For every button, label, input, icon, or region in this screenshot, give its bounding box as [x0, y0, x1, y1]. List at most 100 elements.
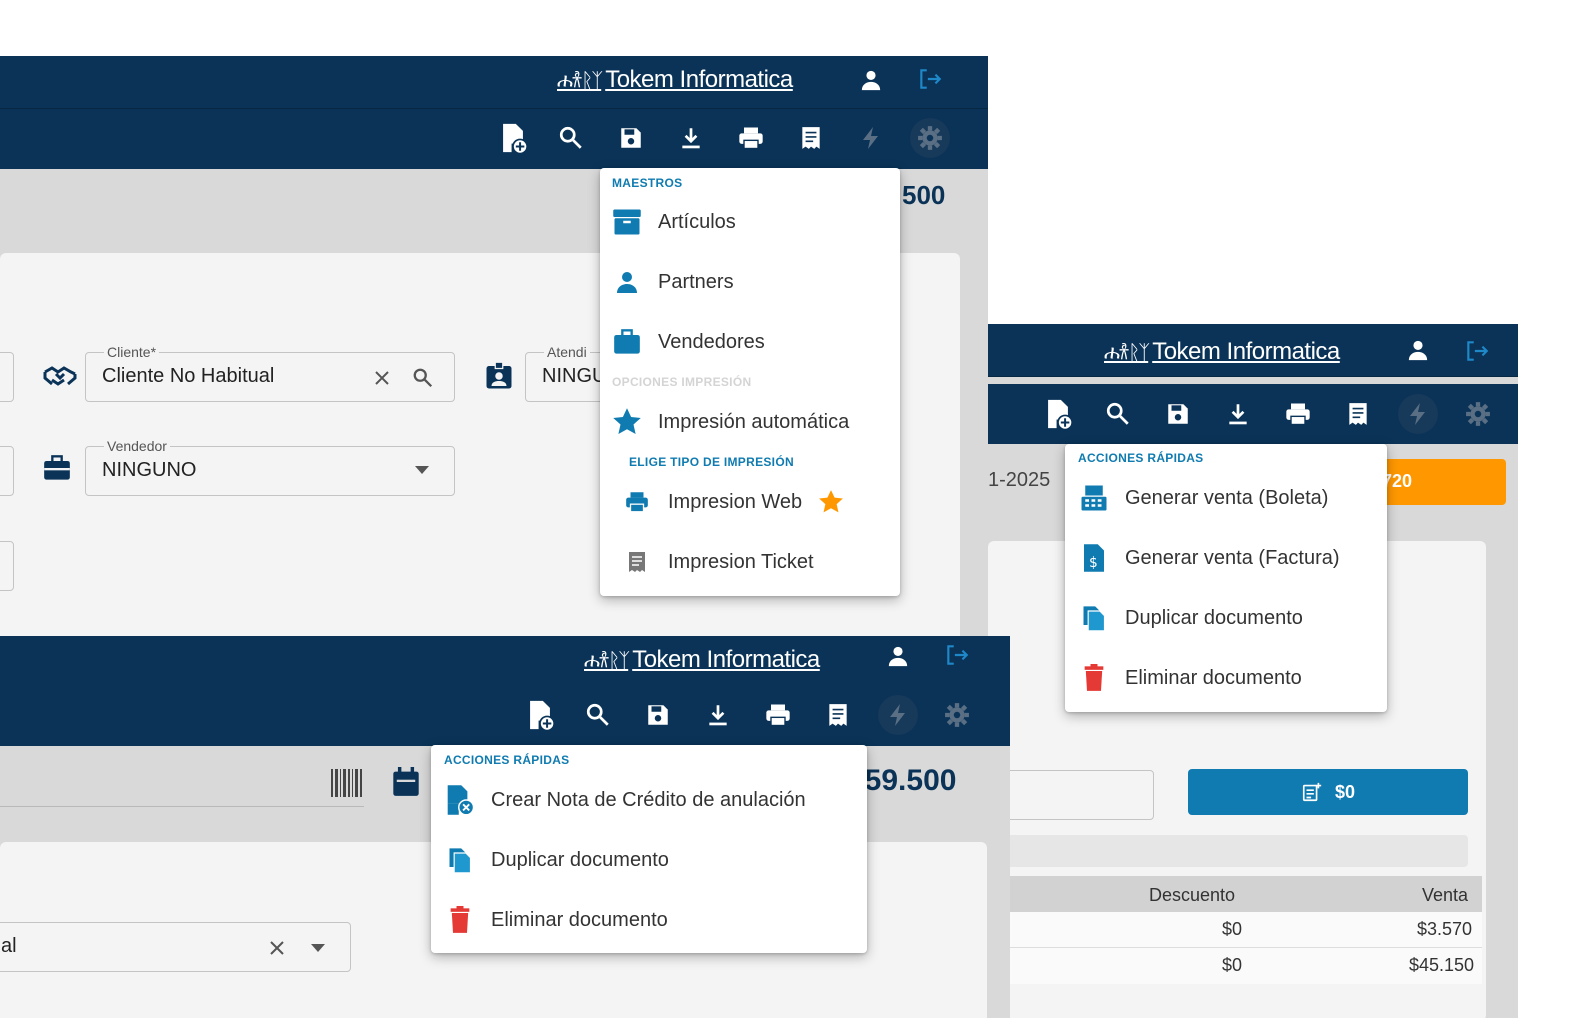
user-icon[interactable]: [859, 68, 883, 92]
quick-actions-menu-bottom: ACCIONES RÁPIDAS Crear Nota de Crédito d…: [431, 745, 867, 953]
badge-id-icon: [483, 360, 515, 392]
favorite-star-icon[interactable]: [816, 487, 846, 517]
logout-icon[interactable]: [944, 642, 970, 668]
briefcase-icon: [42, 453, 72, 483]
screenshot-bottom: ሐ𐀪ᚱᛉ Tokem Informatica $59.500 al ACCION…: [0, 636, 1010, 1018]
save-icon[interactable]: [611, 118, 651, 158]
menu-item-impresion-automatica[interactable]: Impresión automática: [612, 394, 849, 450]
menu-item-label: Duplicar documento: [491, 848, 669, 871]
print-icon: [622, 487, 652, 517]
user-icon[interactable]: [886, 644, 910, 668]
new-document-icon[interactable]: [493, 118, 533, 158]
menu-item-label: Generar venta (Factura): [1125, 546, 1340, 569]
menu-item-eliminar[interactable]: Eliminar documento: [1079, 650, 1302, 706]
search-icon[interactable]: [1098, 394, 1138, 434]
star-icon: [612, 407, 642, 437]
print-icon[interactable]: [758, 695, 798, 735]
menu-item-articulos[interactable]: Artículos: [612, 194, 736, 250]
menu-item-duplicar[interactable]: Duplicar documento: [1079, 590, 1303, 646]
close-icon[interactable]: [371, 367, 393, 389]
cash-register-icon: [1079, 483, 1109, 513]
vendedor-field[interactable]: Vendedor NINGUNO: [85, 438, 455, 496]
receipt-icon[interactable]: [791, 118, 831, 158]
menu-item-label: Duplicar documento: [1125, 606, 1303, 629]
client-select-field[interactable]: al: [0, 922, 351, 972]
add-amount-button[interactable]: $0: [1188, 769, 1468, 815]
download-icon[interactable]: [1218, 394, 1258, 434]
receipt-icon[interactable]: [818, 695, 858, 735]
settings-menu: MAESTROS Artículos Partners Vendedores O…: [600, 168, 900, 596]
close-icon[interactable]: [266, 937, 288, 959]
cliente-field[interactable]: Cliente* Cliente No Habitual: [85, 344, 455, 402]
handshake-icon: [42, 361, 78, 391]
add-amount-label: $0: [1334, 781, 1356, 802]
menu-item-label: Impresion Ticket: [668, 550, 814, 573]
top-navbar: ሐ𐀪ᚱᛉ Tokem Informatica: [988, 324, 1518, 377]
left-field[interactable]: [0, 352, 14, 402]
text-field[interactable]: [988, 770, 1154, 820]
download-icon[interactable]: [671, 118, 711, 158]
menu-item-vendedores[interactable]: Vendedores: [612, 314, 765, 370]
table-row[interactable]: $0 $45.150: [988, 948, 1482, 984]
menu-item-generar-boleta[interactable]: Generar venta (Boleta): [1079, 470, 1328, 526]
table-row[interactable]: $0 $3.570: [988, 912, 1482, 948]
header-divider: [0, 806, 364, 807]
print-icon[interactable]: [731, 118, 771, 158]
calendar-icon[interactable]: [390, 766, 422, 798]
receipt-icon[interactable]: [1338, 394, 1378, 434]
brand-logo[interactable]: ሐ𐀪ᚱᛉ Tokem Informatica: [557, 66, 793, 94]
left-field[interactable]: [0, 446, 14, 496]
gear-icon[interactable]: [910, 118, 950, 158]
table-cell: $0: [1222, 955, 1243, 975]
document-total: 500: [902, 180, 946, 210]
field-label: Cliente*: [104, 344, 160, 360]
column-header-descuento: Descuento: [1149, 885, 1236, 905]
save-icon[interactable]: [1158, 394, 1198, 434]
menu-item-label: Impresion Web: [668, 490, 803, 513]
logout-icon[interactable]: [1464, 338, 1490, 364]
print-icon[interactable]: [1278, 394, 1318, 434]
menu-item-partners[interactable]: Partners: [612, 254, 734, 310]
new-document-icon[interactable]: [520, 695, 560, 735]
top-navbar: ሐ𐀪ᚱᛉ Tokem Informatica: [0, 636, 1010, 689]
menu-item-crear-nota-credito[interactable]: Crear Nota de Crédito de anulación: [445, 772, 806, 828]
field-value: Cliente No Habitual: [102, 365, 275, 387]
trash-icon: [445, 905, 475, 935]
briefcase-icon: [612, 327, 642, 357]
gear-icon[interactable]: [1458, 394, 1498, 434]
save-icon[interactable]: [638, 695, 678, 735]
field-label: Vendedor: [104, 438, 170, 454]
user-icon[interactable]: [1406, 338, 1430, 362]
download-icon[interactable]: [698, 695, 738, 735]
menu-section-label: ACCIONES RÁPIDAS: [444, 753, 570, 767]
trash-icon: [1079, 663, 1109, 693]
menu-item-label: Vendedores: [658, 330, 765, 353]
total-badge: 720: [1368, 459, 1506, 505]
brand-logo[interactable]: ሐ𐀪ᚱᛉ Tokem Informatica: [1104, 338, 1340, 366]
search-icon[interactable]: [410, 365, 436, 391]
table-cell: $3.570: [1417, 919, 1473, 939]
left-field[interactable]: [0, 541, 14, 591]
chevron-down-icon[interactable]: [310, 942, 326, 954]
lightning-icon[interactable]: [878, 695, 918, 735]
logout-icon[interactable]: [917, 66, 943, 92]
menu-item-impresion-ticket[interactable]: Impresion Ticket: [622, 534, 814, 590]
barcode-icon[interactable]: [330, 768, 364, 798]
toolbar: [988, 384, 1518, 444]
search-icon[interactable]: [578, 695, 618, 735]
svg-text:$: $: [1089, 555, 1098, 571]
menu-item-duplicar[interactable]: Duplicar documento: [445, 832, 669, 888]
menu-item-generar-factura[interactable]: $ Generar venta (Factura): [1079, 530, 1340, 586]
menu-item-eliminar[interactable]: Eliminar documento: [445, 892, 668, 948]
lightning-icon[interactable]: [851, 118, 891, 158]
search-icon[interactable]: [551, 118, 591, 158]
lightning-icon[interactable]: [1398, 394, 1438, 434]
brand-logo[interactable]: ሐ𐀪ᚱᛉ Tokem Informatica: [584, 646, 820, 674]
gear-icon[interactable]: [937, 695, 977, 735]
chevron-down-icon[interactable]: [414, 464, 430, 476]
invoice-dollar-icon: $: [1079, 543, 1109, 573]
column-header-venta: Venta: [1422, 885, 1469, 905]
menu-section-label: MAESTROS: [612, 176, 683, 190]
menu-item-impresion-web[interactable]: Impresion Web: [622, 474, 846, 530]
new-document-icon[interactable]: [1038, 394, 1078, 434]
